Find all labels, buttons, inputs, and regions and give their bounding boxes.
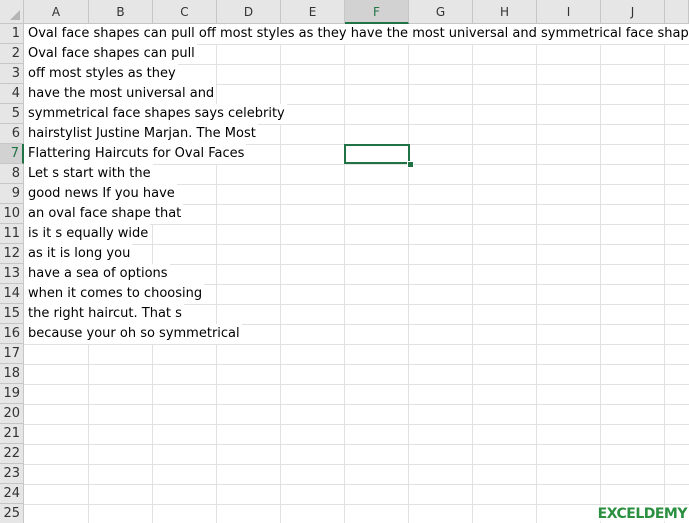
- gridline: [536, 24, 537, 523]
- cell-a10[interactable]: an oval face shape that: [24, 204, 184, 224]
- cell-a3[interactable]: off most styles as they: [24, 64, 178, 84]
- row-header-19[interactable]: 19: [0, 384, 24, 404]
- column-header-h[interactable]: H: [473, 0, 537, 24]
- column-header-a[interactable]: A: [24, 0, 89, 24]
- gridline: [472, 24, 473, 523]
- row-header-7[interactable]: 7: [0, 144, 24, 164]
- row-header-3[interactable]: 3: [0, 64, 24, 84]
- cell-a11[interactable]: is it s equally wide: [24, 224, 151, 244]
- row-header-5[interactable]: 5: [0, 104, 24, 124]
- row-header-23[interactable]: 23: [0, 464, 24, 484]
- cell-a4[interactable]: have the most universal and: [24, 84, 217, 104]
- gridline: [24, 424, 689, 425]
- cell-a13[interactable]: have a sea of options: [24, 264, 170, 284]
- exceldemy-watermark: EXCELDEMY: [597, 506, 688, 522]
- row-header-1[interactable]: 1: [0, 24, 24, 44]
- gridline: [24, 364, 689, 365]
- column-header-f[interactable]: F: [345, 0, 409, 24]
- gridline: [600, 24, 601, 523]
- gridline: [24, 444, 689, 445]
- gridline: [280, 24, 281, 523]
- cell-a1[interactable]: Oval face shapes can pull off most style…: [24, 24, 689, 44]
- column-header-j[interactable]: J: [601, 0, 665, 24]
- select-all-button[interactable]: [0, 0, 24, 24]
- cell-a6[interactable]: hairstylist Justine Marjan. The Most: [24, 124, 258, 144]
- row-header-21[interactable]: 21: [0, 424, 24, 444]
- active-cell-f7[interactable]: [344, 144, 410, 164]
- row-header-22[interactable]: 22: [0, 444, 24, 464]
- row-header-15[interactable]: 15: [0, 304, 24, 324]
- select-all-triangle-icon: [10, 10, 20, 20]
- row-header-8[interactable]: 8: [0, 164, 24, 184]
- row-header-10[interactable]: 10: [0, 204, 24, 224]
- gridline: [344, 24, 345, 523]
- cell-a5[interactable]: symmetrical face shapes says celebrity: [24, 104, 287, 124]
- row-header-12[interactable]: 12: [0, 244, 24, 264]
- gridline: [24, 504, 689, 505]
- column-header-d[interactable]: D: [217, 0, 281, 24]
- cell-a9[interactable]: good news If you have: [24, 184, 177, 204]
- gridline: [24, 384, 689, 385]
- row-header-11[interactable]: 11: [0, 224, 24, 244]
- gridline: [664, 24, 665, 523]
- cell-a7[interactable]: Flattering Haircuts for Oval Faces: [24, 144, 247, 164]
- column-header-g[interactable]: G: [409, 0, 473, 24]
- row-header-13[interactable]: 13: [0, 264, 24, 284]
- gridline: [24, 344, 689, 345]
- cell-a14[interactable]: when it comes to choosing: [24, 284, 205, 304]
- row-header-16[interactable]: 16: [0, 324, 24, 344]
- gridline: [24, 464, 689, 465]
- cell-a16[interactable]: because your oh so symmetrical: [24, 324, 242, 344]
- row-header-20[interactable]: 20: [0, 404, 24, 424]
- row-header-25[interactable]: 25: [0, 504, 24, 523]
- row-header-9[interactable]: 9: [0, 184, 24, 204]
- row-header-14[interactable]: 14: [0, 284, 24, 304]
- column-header-b[interactable]: B: [89, 0, 153, 24]
- spreadsheet-grid[interactable]: A B C D E F G H I J 1 2 3 4 5 6 7 8 9 10…: [0, 0, 689, 523]
- cell-a8[interactable]: Let s start with the: [24, 164, 153, 184]
- row-header-17[interactable]: 17: [0, 344, 24, 364]
- column-header-k-partial[interactable]: [665, 0, 689, 24]
- row-header-24[interactable]: 24: [0, 484, 24, 504]
- gridline: [24, 404, 689, 405]
- gridline: [24, 484, 689, 485]
- column-header-e[interactable]: E: [281, 0, 345, 24]
- cell-a15[interactable]: the right haircut. That s: [24, 304, 184, 324]
- row-header-2[interactable]: 2: [0, 44, 24, 64]
- cell-a2[interactable]: Oval face shapes can pull: [24, 44, 197, 64]
- column-header-c[interactable]: C: [153, 0, 217, 24]
- column-header-i[interactable]: I: [537, 0, 601, 24]
- row-header-6[interactable]: 6: [0, 124, 24, 144]
- gridline: [408, 24, 409, 523]
- cell-a12[interactable]: as it is long you: [24, 244, 133, 264]
- row-header-18[interactable]: 18: [0, 364, 24, 384]
- fill-handle[interactable]: [407, 161, 414, 168]
- row-header-4[interactable]: 4: [0, 84, 24, 104]
